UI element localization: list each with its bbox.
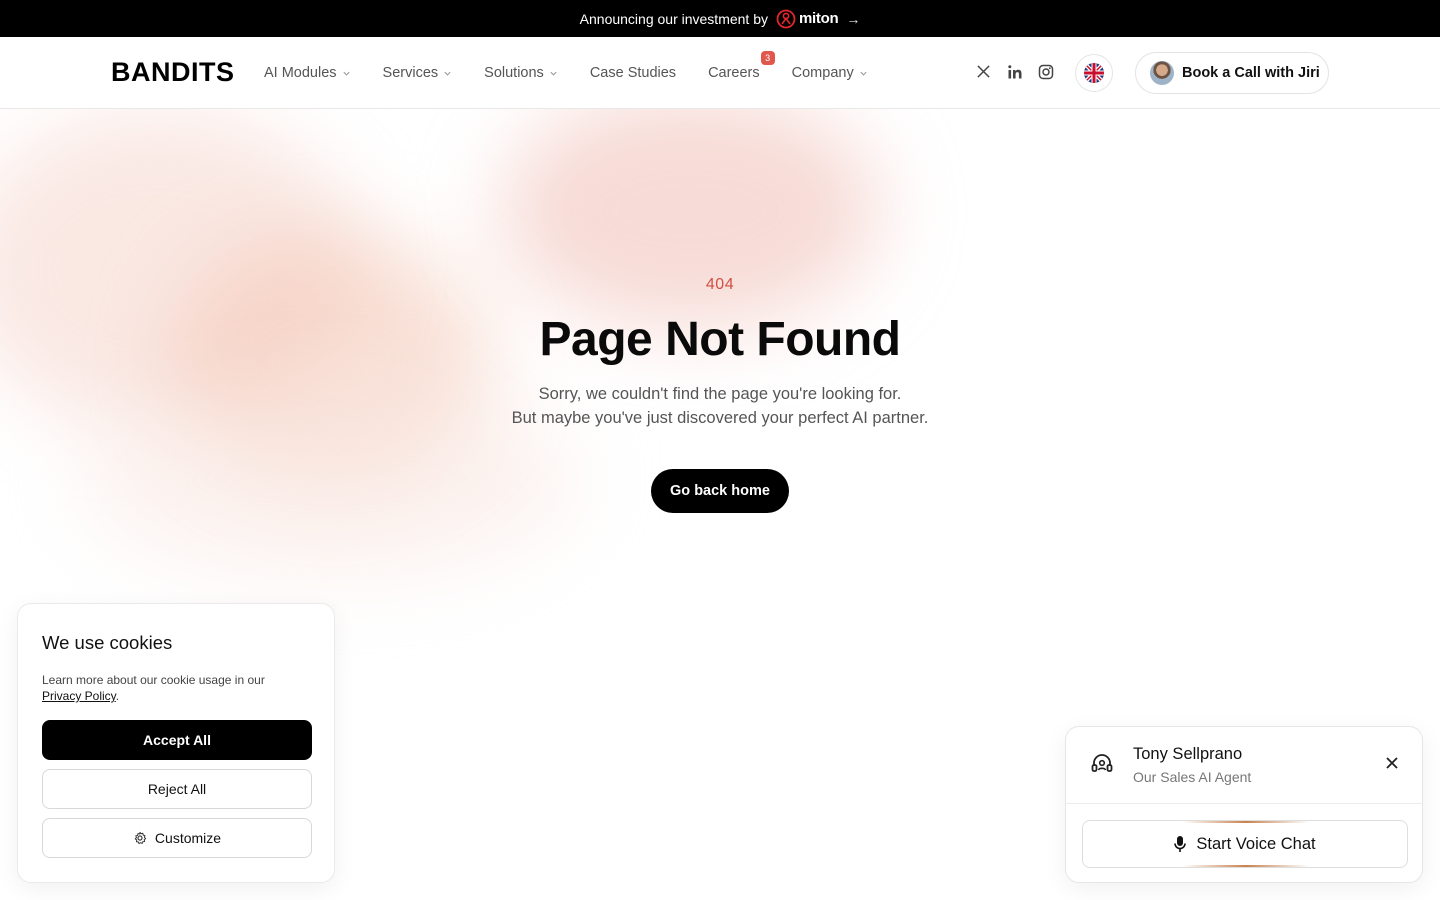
- instagram-icon[interactable]: [1037, 63, 1054, 80]
- button-glow: [1183, 865, 1309, 867]
- agent-name: Tony Sellprano: [1133, 745, 1243, 763]
- chevron-down-icon: [860, 71, 867, 76]
- nav-careers[interactable]: Careers 3: [708, 51, 775, 81]
- nav-case-studies[interactable]: Case Studies: [590, 65, 676, 81]
- miton-logo: miton: [776, 9, 839, 29]
- nav-label: AI Modules: [264, 65, 337, 81]
- nav-solutions[interactable]: Solutions: [484, 65, 558, 81]
- cookie-text: Learn more about our cookie usage in our…: [42, 673, 265, 703]
- cookie-title: We use cookies: [42, 632, 173, 653]
- book-call-label: Book a Call with Jiri: [1182, 65, 1320, 81]
- nav-label: Careers: [708, 65, 760, 81]
- main-nav: AI Modules Services Solutions Case Studi…: [264, 37, 900, 109]
- button-glow: [1183, 821, 1309, 823]
- uk-flag-icon: [1084, 63, 1104, 83]
- gear-icon: [134, 831, 147, 845]
- start-voice-chat-label: Start Voice Chat: [1196, 834, 1316, 853]
- customize-button[interactable]: Customize: [42, 818, 312, 858]
- nav-company[interactable]: Company: [792, 65, 868, 81]
- announcement-bar[interactable]: Announcing our investment by miton →: [0, 0, 1440, 37]
- cookie-description: Learn more about our cookie usage in our: [42, 673, 265, 687]
- error-description: Sorry, we couldn't find the page you're …: [0, 382, 1440, 430]
- nav-ai-modules[interactable]: AI Modules: [264, 65, 351, 81]
- chevron-down-icon: [444, 71, 451, 76]
- social-links: [975, 63, 1054, 80]
- privacy-policy-link[interactable]: Privacy Policy: [42, 689, 116, 703]
- avatar: [1150, 61, 1174, 85]
- nav-label: Company: [791, 65, 854, 81]
- error-description-line: Sorry, we couldn't find the page you're …: [538, 385, 902, 403]
- error-code: 404: [705, 276, 735, 293]
- chevron-down-icon: [342, 71, 350, 76]
- cookie-consent-card: We use cookies Learn more about our cook…: [17, 603, 335, 883]
- language-switcher[interactable]: [1075, 54, 1113, 92]
- nav-label: Solutions: [484, 65, 544, 81]
- chevron-down-icon: [550, 71, 557, 76]
- start-voice-chat-button[interactable]: Start Voice Chat: [1082, 820, 1408, 868]
- site-header: BANDITS AI Modules Services Solutions Ca…: [0, 37, 1440, 109]
- microphone-icon: [1174, 836, 1187, 852]
- linkedin-icon[interactable]: [1006, 63, 1023, 80]
- nav-services[interactable]: Services: [383, 65, 453, 81]
- miton-mark-icon: [776, 9, 796, 28]
- background-glow-top: [500, 90, 880, 330]
- page-title: Page Not Found: [539, 313, 901, 366]
- x-icon[interactable]: [975, 63, 992, 80]
- arrow-right-icon: →: [846, 10, 861, 27]
- error-description-line: But maybe you've just discovered your pe…: [511, 409, 929, 427]
- headset-icon: [1091, 754, 1113, 772]
- announcement-text: Announcing our investment by: [579, 10, 768, 27]
- divider: [1066, 803, 1422, 804]
- agent-role: Our Sales AI Agent: [1133, 769, 1252, 785]
- close-icon[interactable]: [1384, 755, 1400, 771]
- go-back-home-button[interactable]: Go back home: [651, 469, 789, 513]
- sales-agent-widget: Tony Sellprano Our Sales AI Agent Start …: [1065, 726, 1423, 883]
- site-logo[interactable]: BANDITS: [111, 57, 235, 88]
- careers-count-badge: 3: [760, 51, 775, 65]
- book-call-button[interactable]: Book a Call with Jiri: [1135, 52, 1329, 94]
- customize-label: Customize: [154, 830, 222, 846]
- accept-all-button[interactable]: Accept All: [42, 720, 312, 760]
- reject-all-button[interactable]: Reject All: [42, 769, 312, 809]
- nav-label: Case Studies: [589, 65, 677, 81]
- miton-wordmark: miton: [799, 10, 839, 27]
- nav-label: Services: [382, 65, 439, 81]
